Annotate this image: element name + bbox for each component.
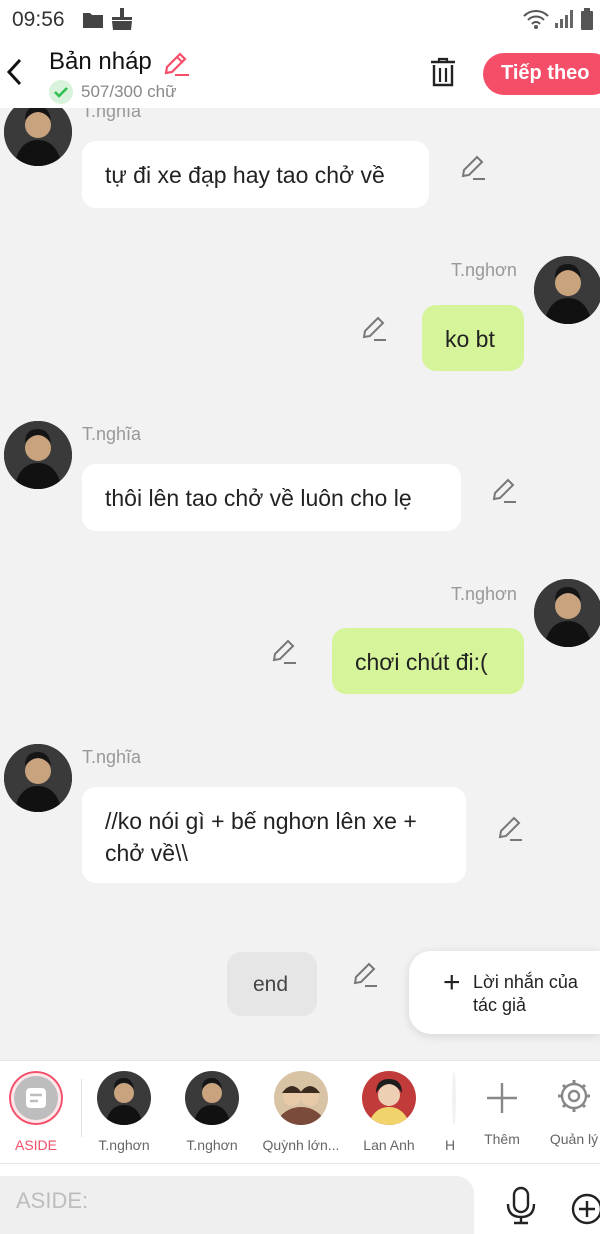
avatar[interactable] [4,421,72,489]
word-count-text: 507/300 chữ [81,82,177,101]
character-name: Quỳnh lớn... [262,1137,340,1153]
status-time: 09:56 [12,8,65,31]
status-bar: 09:56 [0,0,600,40]
author-note-label: Lời nhắn của tác giả [473,972,578,1015]
pencil-icon[interactable] [162,49,190,82]
header: Bản nháp 507/300 chữ Tiếp theo [0,40,600,108]
pencil-icon[interactable] [458,152,488,182]
add-label: Thêm [484,1131,520,1147]
manage-label: Quản lý [549,1131,599,1147]
add-character-button[interactable]: Thêm [462,1071,542,1147]
plus-icon: + [443,966,461,999]
character-name: T.nghơn [186,1137,238,1153]
message-input[interactable] [0,1176,474,1226]
character-name: T.nghơn [98,1137,150,1153]
avatar [97,1071,151,1125]
avatar[interactable] [534,256,600,324]
divider [81,1079,82,1137]
sender-name: T.nghĩa [82,108,142,121]
message-bubble[interactable]: tự đi xe đạp hay tao chở về [82,141,429,208]
mic-icon[interactable] [504,1186,538,1231]
avatar [185,1071,239,1125]
avatar[interactable] [4,108,72,166]
avatar [452,1071,456,1125]
pencil-icon[interactable] [350,959,380,989]
aside-button[interactable]: ASIDE [0,1071,76,1153]
input-bar [0,1164,600,1234]
character-item[interactable]: T.nghơn [84,1071,164,1153]
check-icon [49,80,73,104]
message-bubble[interactable]: thôi lên tao chở về luôn cho lẹ [82,464,461,531]
signal-icon [554,9,574,34]
avatar [362,1071,416,1125]
avatar[interactable] [4,744,72,812]
avatar[interactable] [534,579,600,647]
cleaner-icon [109,7,135,36]
plus-icon [475,1071,529,1125]
author-note-button[interactable]: + Lời nhắn của tác giả [409,951,600,1034]
end-marker[interactable]: end [227,952,317,1016]
back-icon[interactable] [4,54,26,90]
message-bubble[interactable]: chơi chút đi:( [332,628,524,694]
gear-icon [547,1071,600,1125]
wifi-icon [522,8,550,35]
battery-icon [580,7,594,36]
sender-name: T.nghĩa [82,424,142,444]
character-bar: ASIDE T.nghơn T.nghơn Quỳnh lớn... Lan A… [0,1060,600,1164]
message-bubble[interactable]: //ko nói gì + bế nghơn lên xe + chở về\\ [82,787,466,883]
pencil-icon[interactable] [489,475,519,505]
character-item[interactable]: Quỳnh lớn... [261,1071,341,1153]
message-field [0,1176,474,1234]
next-button[interactable]: Tiếp theo [483,53,600,95]
message-bubble[interactable]: ko bt [422,305,524,371]
sender-name: T.nghĩa [82,747,142,767]
manage-button[interactable]: Quản lý [534,1071,600,1147]
pencil-icon[interactable] [359,313,389,343]
pencil-icon[interactable] [269,636,299,666]
sender-name: T.nghơn [451,260,517,280]
trash-icon[interactable] [428,56,458,93]
page-title: Bản nháp [49,48,152,75]
avatar [274,1071,328,1125]
sender-name: T.nghơn [451,584,517,604]
pencil-icon[interactable] [495,813,525,843]
character-item[interactable]: T.nghơn [172,1071,252,1153]
aside-icon [9,1071,63,1125]
chat-area: T.nghĩa tự đi xe đạp hay tao chở về T.ng… [0,108,600,1060]
aside-label: ASIDE [14,1137,57,1153]
folder-icon [82,9,104,34]
add-circle-icon[interactable] [570,1192,600,1231]
